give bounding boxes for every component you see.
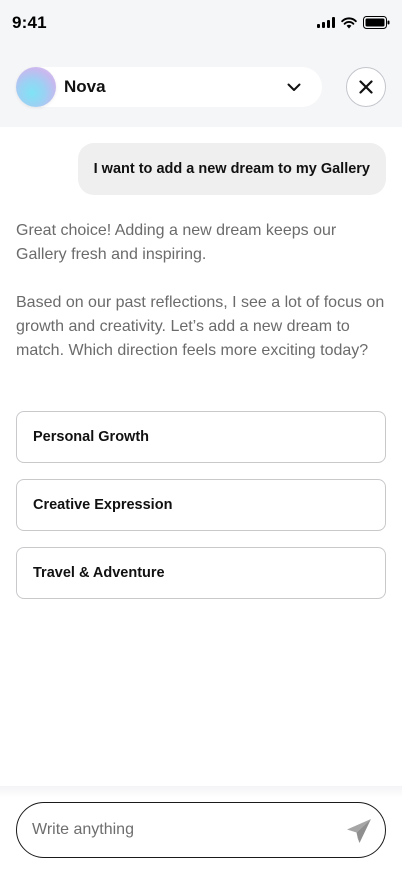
option-creative-expression[interactable]: Creative Expression [16,479,386,531]
assistant-paragraph: Great choice! Adding a new dream keeps o… [16,222,337,263]
option-travel-adventure[interactable]: Travel & Adventure [16,547,386,599]
assistant-paragraph: Based on our past reflections, I see a l… [16,294,385,359]
wifi-icon [341,16,357,28]
assistant-message: Great choice! Adding a new dream keeps o… [16,219,388,363]
assistant-name: Nova [64,77,106,96]
send-icon [347,819,371,843]
user-message-bubble: I want to add a new dream to my Gallery [77,143,386,195]
chevron-down-icon[interactable] [286,79,302,95]
status-time: 9:41 [12,13,47,32]
send-button[interactable] [343,815,375,847]
option-personal-growth[interactable]: Personal Growth [16,411,386,463]
message-composer [16,802,386,858]
message-input[interactable] [32,803,332,857]
status-bar: 9:41 [0,0,402,46]
cellular-signal-icon [317,17,335,28]
status-icons [317,16,390,29]
battery-icon [363,16,390,29]
assistant-selector[interactable]: Nova [16,67,322,107]
assistant-avatar [16,67,56,107]
close-button[interactable] [346,67,386,107]
close-icon [359,80,373,94]
chat-header: Nova [0,67,402,107]
